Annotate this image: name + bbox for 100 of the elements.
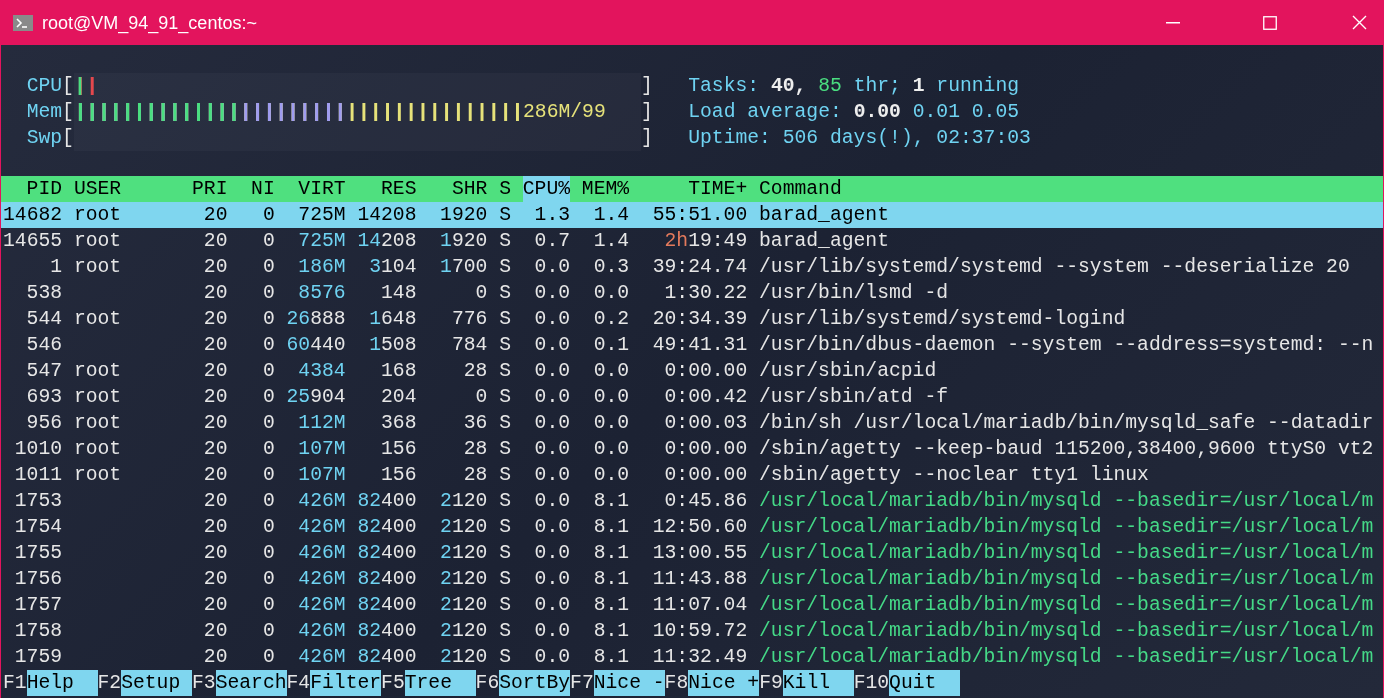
table-cell-text: 2120 xyxy=(439,567,488,592)
table-cell-text: 547 xyxy=(25,359,63,384)
table-row[interactable]: 1011 root 20 0 107M 156 28 S 0.0 0.0 0:00.00 /sbin/agetty --noclear tty1 linux xyxy=(1,462,1383,488)
table-row[interactable]: 1758 20 0 426M 82400 2120 S 0.0 8.1 10:59.72 /usr/local/mariadb/bin/mysqld --basedir=/usr/local/m xyxy=(1,618,1383,644)
table-row[interactable]: 693 root 20 0 25904 204 0 S 0.0 0.0 0:00.42 /usr/sbin/atd -f xyxy=(1,384,1383,410)
table-cell-text: 8.1 xyxy=(592,567,630,592)
table-cell-text: 20 xyxy=(202,593,228,618)
column-header[interactable]: USER xyxy=(73,176,181,202)
meter-label: Swp xyxy=(26,126,63,151)
table-cell-text: 2120 xyxy=(439,489,488,514)
table-cell-text: 0 xyxy=(261,411,275,436)
table-cell-text: 28 xyxy=(462,437,488,462)
table-cell-text: 186M xyxy=(297,255,346,280)
table-cell-text: 0 xyxy=(261,281,275,306)
column-header[interactable]: MEM% xyxy=(581,176,630,202)
table-cell-text: 426M xyxy=(297,567,346,592)
table-cell-text: S xyxy=(499,255,511,280)
table-cell-text: 1.4 xyxy=(592,229,630,254)
table-cell-text: 49:41.31 xyxy=(651,333,748,358)
table-cell-text: 26888 xyxy=(286,307,346,332)
table-cell-text: 14208 xyxy=(357,229,417,254)
table-cell-text: 2120 xyxy=(439,619,488,644)
column-header[interactable]: PRI xyxy=(192,176,228,202)
table-row[interactable]: 546 20 0 60440 1508 784 S 0.0 0.1 49:41.31 /usr/bin/dbus-daemon --system --address=systemd: --n xyxy=(1,332,1383,358)
table-row[interactable]: 1010 root 20 0 107M 156 28 S 0.0 0.0 0:00.00 /sbin/agetty --keep-baud 115200,38400,9600 ttyS0 vt2 xyxy=(1,436,1383,462)
column-header[interactable]: PID xyxy=(3,176,63,202)
table-cell-text: 0.0 xyxy=(533,359,570,384)
table-cell-text: 0:00.00 xyxy=(663,463,748,488)
table-row[interactable]: 956 root 20 0 112M 368 36 S 0.0 0.0 0:00.03 /bin/sh /usr/local/mariadb/bin/mysqld_safe --datadir xyxy=(1,410,1383,436)
column-header[interactable]: CPU% xyxy=(522,176,570,202)
bracket: [ xyxy=(62,100,74,125)
table-cell-text: 544 xyxy=(25,307,63,332)
table-cell-text: 0.7 xyxy=(533,229,570,254)
table-row[interactable]: 1759 20 0 426M 82400 2120 S 0.0 8.1 11:32.49 /usr/local/mariadb/bin/mysqld --basedir=/usr/local/m xyxy=(1,644,1383,670)
table-row[interactable]: 538 20 0 8576 148 0 S 0.0 0.0 1:30.22 /usr/bin/lsmd -d xyxy=(1,280,1383,306)
column-header[interactable]: Command xyxy=(759,176,842,202)
table-cell-text: 0:45.86 xyxy=(663,489,748,514)
table-cell-text: 39:24.74 xyxy=(651,255,748,280)
column-header[interactable]: TIME+ xyxy=(640,176,748,202)
table-cell-text: 14208 xyxy=(357,203,417,228)
table-cell-text: 11:43.88 xyxy=(651,567,748,592)
table-row[interactable]: 1753 20 0 426M 82400 2120 S 0.0 8.1 0:45.86 /usr/local/mariadb/bin/mysqld --basedir=/usr/local/m xyxy=(1,488,1383,514)
column-header[interactable]: VIRT xyxy=(286,176,346,202)
table-cell-text: 82400 xyxy=(357,593,417,618)
table-cell-text: 1920 xyxy=(439,229,488,254)
table-cell-text: 20 xyxy=(202,645,228,670)
table-cell-text: 20 xyxy=(202,489,228,514)
table-row[interactable]: 1756 20 0 426M 82400 2120 S 0.0 8.1 11:43.88 /usr/local/mariadb/bin/mysqld --basedir=/usr/local/m xyxy=(1,566,1383,592)
table-cell-text: 8576 xyxy=(297,281,346,306)
table-cell-text: /usr/local/mariadb/bin/mysqld --basedir=/usr/local/m xyxy=(759,645,1374,670)
table-row[interactable]: 1754 20 0 426M 82400 2120 S 0.0 8.1 12:50.60 /usr/local/mariadb/bin/mysqld --basedir=/usr/local/m xyxy=(1,514,1383,540)
table-cell-text: 0.0 xyxy=(533,619,570,644)
table-cell-text: S xyxy=(499,619,511,644)
table-cell-text: 0.0 xyxy=(592,359,630,384)
table-cell-text: S xyxy=(499,385,511,410)
bracket: [ xyxy=(62,126,74,151)
bracket: ] xyxy=(640,74,653,99)
table-cell-text: 0.3 xyxy=(592,255,630,280)
table-row[interactable]: 14655 root 20 0 725M 14208 1920 S 0.7 1.4 2h19:49 barad_agent xyxy=(1,228,1383,254)
table-cell-text: 0 xyxy=(261,437,275,462)
table-row[interactable]: 14682 root 20 0 725M 14208 1920 S 1.3 1.4 55:51.00 barad_agent xyxy=(1,202,1383,228)
table-cell-text: 1756 xyxy=(13,567,63,592)
table-row[interactable]: 544 root 20 0 26888 1648 776 S 0.0 0.2 20:34.39 /usr/lib/systemd/systemd-logind xyxy=(1,306,1383,332)
table-cell-text: 148 xyxy=(380,281,417,306)
table-cell-text: 55:51.00 xyxy=(651,203,748,228)
table-row[interactable]: 1 root 20 0 186M 3104 1700 S 0.0 0.3 39:24.74 /usr/lib/systemd/systemd --system --deserialize 20 xyxy=(1,254,1383,280)
table-cell-text: 1:30.22 xyxy=(663,281,748,306)
column-header[interactable]: SHR xyxy=(428,176,488,202)
table-row[interactable]: 547 root 20 0 4384 168 28 S 0.0 0.0 0:00.00 /usr/sbin/acpid xyxy=(1,358,1383,384)
table-cell-text: 20 xyxy=(202,515,228,540)
table-cell-text: 10:59.72 xyxy=(651,619,748,644)
minimize-icon[interactable] xyxy=(1166,21,1180,24)
table-cell-text: 725M xyxy=(297,229,346,254)
table-row[interactable]: 1755 20 0 426M 82400 2120 S 0.0 8.1 13:00.55 /usr/local/mariadb/bin/mysqld --basedir=/usr/local/m xyxy=(1,540,1383,566)
close-icon[interactable] xyxy=(1352,15,1367,30)
table-cell-text: 20 xyxy=(202,411,228,436)
table-cell-text: 8.1 xyxy=(592,541,630,566)
table-cell-text: 0.0 xyxy=(533,307,570,332)
column-header[interactable]: RES xyxy=(357,176,417,202)
table-cell-text: 20 xyxy=(202,619,228,644)
table-cell-text: 156 xyxy=(380,463,417,488)
window-title: root@VM_94_91_centos:~ xyxy=(42,13,257,32)
table-cell-text: 204 xyxy=(380,385,417,410)
table-cell-text: /usr/lib/systemd/systemd --system --deserialize 20 xyxy=(759,255,1350,280)
table-cell-text: 0.0 xyxy=(592,411,630,436)
table-cell-text: 20 xyxy=(202,281,228,306)
table-cell-text: 693 xyxy=(25,385,63,410)
table-cell-text: root xyxy=(73,229,123,254)
table-cell-text: S xyxy=(499,489,511,514)
table-cell-text: 168 xyxy=(380,359,417,384)
column-header[interactable]: S xyxy=(499,176,511,202)
table-cell-text: 0 xyxy=(261,307,275,332)
column-header[interactable]: NI xyxy=(239,176,275,202)
maximize-icon[interactable] xyxy=(1263,15,1277,30)
table-cell-text: /sbin/agetty --noclear tty1 linux xyxy=(759,463,1149,488)
table-cell-text: root xyxy=(73,385,123,410)
table-row[interactable]: 1757 20 0 426M 82400 2120 S 0.0 8.1 11:07.04 /usr/local/mariadb/bin/mysqld --basedir=/usr/local/m xyxy=(1,592,1383,618)
table-cell-text: S xyxy=(499,229,511,254)
bracket: [ xyxy=(62,74,74,99)
table-cell-text: 2120 xyxy=(439,541,488,566)
